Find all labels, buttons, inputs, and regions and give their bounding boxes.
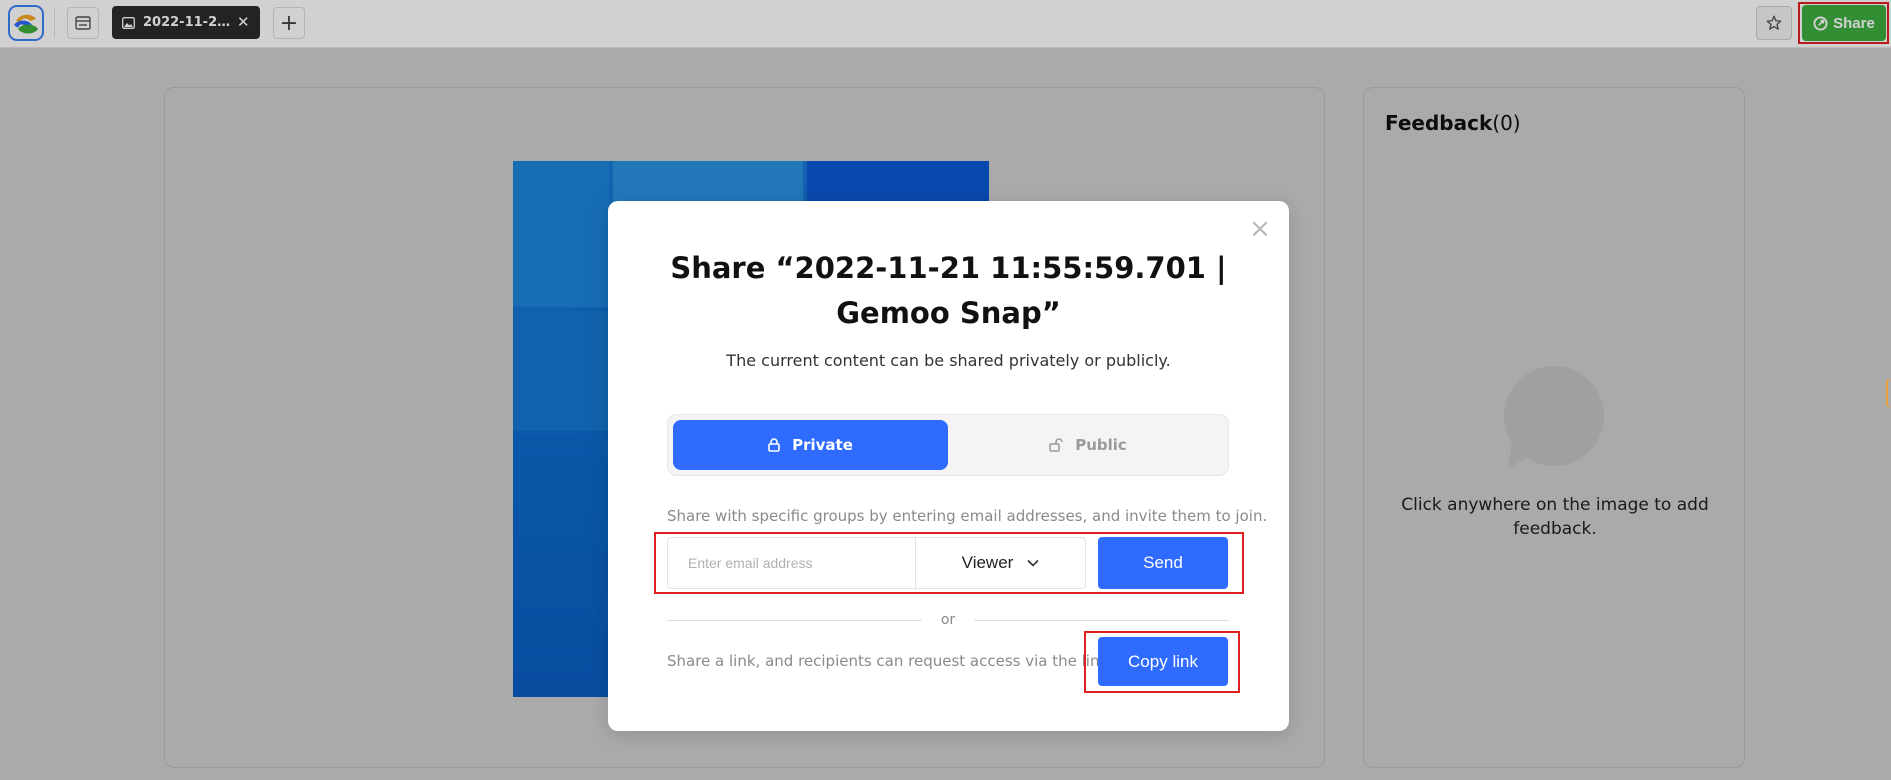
- link-hint: Share a link, and recipients can request…: [667, 652, 1113, 670]
- private-option[interactable]: Private: [673, 420, 948, 470]
- or-label: or: [940, 612, 956, 628]
- visibility-toggle: Private Public: [667, 414, 1229, 476]
- public-label: Public: [1075, 436, 1127, 454]
- private-label: Private: [792, 436, 853, 454]
- or-divider: or: [667, 612, 1229, 628]
- unlock-icon: [1049, 438, 1063, 452]
- lock-icon: [768, 438, 780, 452]
- close-icon[interactable]: ×: [1248, 216, 1272, 242]
- copy-link-button[interactable]: Copy link: [1098, 637, 1228, 686]
- role-value: Viewer: [961, 553, 1014, 572]
- dialog-title: Share “2022-11-21 11:55:59.701 | Gemoo S…: [670, 251, 1227, 330]
- chevron-down-icon: [1027, 559, 1039, 567]
- edge-tab-marker: [1886, 378, 1891, 408]
- email-input[interactable]: [667, 537, 915, 589]
- role-dropdown[interactable]: Viewer: [915, 537, 1086, 589]
- dialog-subtitle: The current content can be shared privat…: [726, 351, 1171, 370]
- send-button[interactable]: Send: [1098, 537, 1228, 589]
- invite-hint: Share with specific groups by entering e…: [667, 507, 1268, 525]
- divider-line: [974, 620, 1229, 621]
- share-dialog: × Share “2022-11-21 11:55:59.701 | Gemoo…: [608, 201, 1289, 731]
- public-option[interactable]: Public: [952, 420, 1224, 470]
- divider-line: [667, 620, 922, 621]
